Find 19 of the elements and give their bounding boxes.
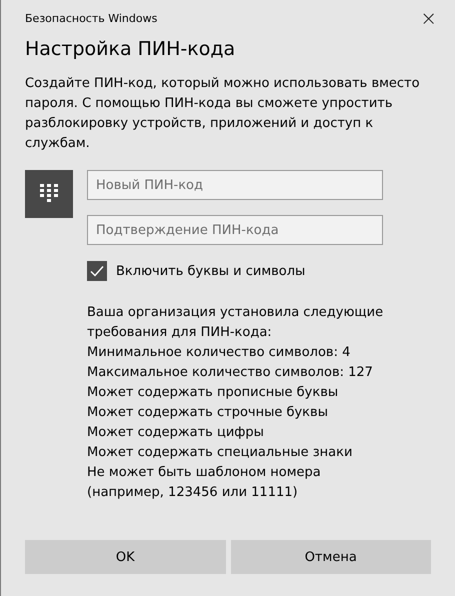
requirement-text: Максимальное количество символов: 127 xyxy=(87,364,374,382)
pin-input-field[interactable]: Новый ПИН-код xyxy=(87,170,383,200)
checkbox[interactable] xyxy=(87,261,107,281)
dialog-button[interactable]: OK xyxy=(25,540,226,574)
checkbox-label: Включить буквы и символы xyxy=(116,264,306,278)
window-title: Безопасность Windows xyxy=(25,12,158,24)
requirements-intro: Ваша организация установила следующие требования для ПИН-кода: xyxy=(87,304,384,342)
requirement-text: Не может быть шаблоном номера (например, 123456 или 11111) xyxy=(87,464,322,502)
keypad-icon xyxy=(25,170,73,218)
description-text: Создайте ПИН-код, который можно использовать вместо пароля. С помощью ПИН-кода вы сможете упростить разблокировку устройств, приложений и доступ к службам. xyxy=(25,75,421,153)
dialog-button[interactable]: Отмена xyxy=(230,540,431,574)
pin-input-field[interactable]: Подтверждение ПИН-кода xyxy=(87,215,383,245)
close-button[interactable]: × xyxy=(416,8,441,28)
requirement-text: Может содержать специальные знаки xyxy=(87,444,354,462)
dialog-heading: Настройка ПИН-кода xyxy=(25,38,236,60)
requirement-text: Минимальное количество символов: 4 xyxy=(87,344,352,362)
requirement-text: Может содержать прописные буквы xyxy=(87,384,340,402)
requirement-text: Может содержать цифры xyxy=(87,424,265,442)
requirement-text: Может содержать строчные буквы xyxy=(87,404,329,422)
